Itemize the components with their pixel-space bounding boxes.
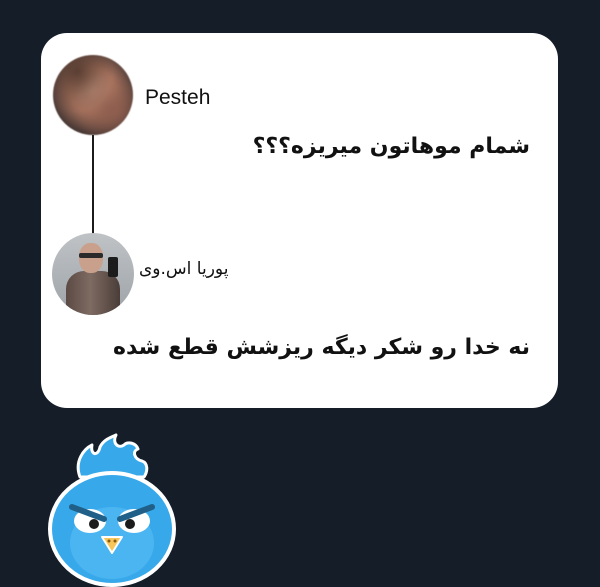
reply-author-avatar[interactable] [52,233,134,315]
post-author-name[interactable]: Pesteh [145,86,210,110]
post-text: شمام موهاتون میریزه؟؟؟ [252,134,530,159]
avatar-glasses [79,253,103,258]
tweet-thread-card: Pesteh شمام موهاتون میریزه؟؟؟ پوریا اس.و… [41,33,558,408]
reply-text: نه خدا رو شکر دیگه ریزشش قطع شده [112,335,530,360]
post-author-avatar[interactable] [53,55,133,135]
avatar-head [79,243,103,273]
avatar-photo-icon [53,55,133,135]
reply-author-name[interactable]: پوریا اس.وی [139,259,228,279]
avatar-phone [108,257,118,277]
avatar-body [66,271,120,315]
thread-connector-line [92,135,94,237]
angry-bird-mascot-icon [48,433,176,587]
